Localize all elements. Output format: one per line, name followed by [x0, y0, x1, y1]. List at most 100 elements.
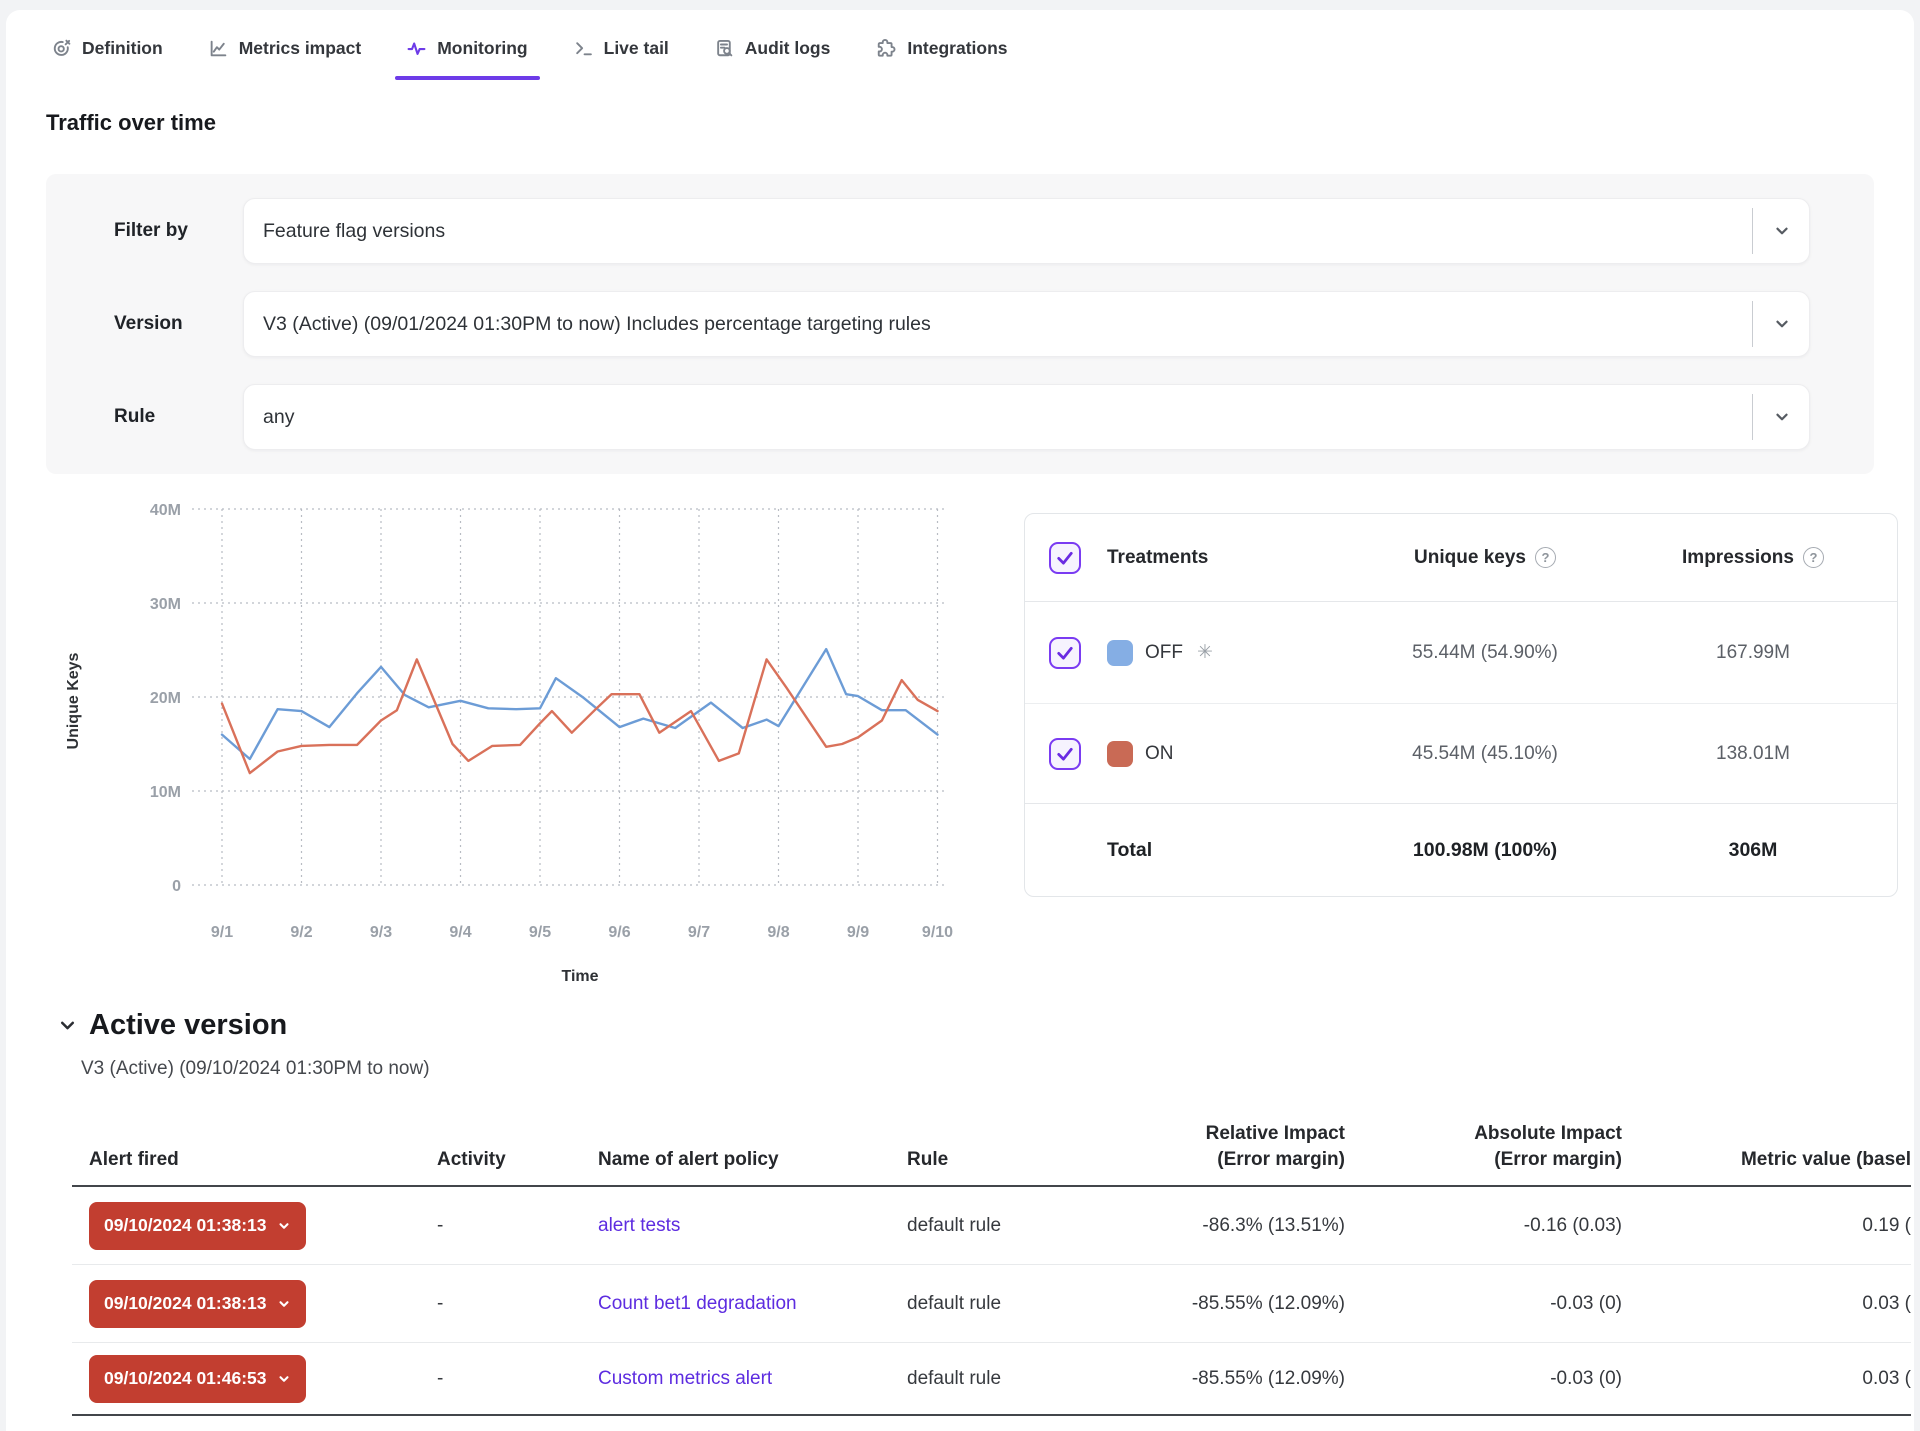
version-value: V3 (Active) (09/01/2024 01:30PM to now) …	[244, 292, 1809, 356]
alert-fired-button[interactable]: 09/10/2024 01:38:13	[89, 1280, 306, 1328]
activity-value: -	[437, 1368, 598, 1390]
tab-audit-logs[interactable]: Audit logs	[715, 10, 831, 86]
alert-policy-link[interactable]: Custom metrics alert	[598, 1368, 772, 1389]
filter-row-rule: Rule any	[114, 384, 1810, 450]
line-chart-icon	[209, 39, 228, 58]
svg-text:10M: 10M	[150, 784, 181, 801]
svg-text:9/6: 9/6	[608, 924, 630, 941]
metric-value: 0.03 (	[1622, 1368, 1911, 1390]
filter-row-filter-by: Filter by Feature flag versions	[114, 198, 1810, 264]
default-treatment-icon: ✳	[1197, 641, 1213, 664]
select-divider	[1752, 208, 1753, 254]
filter-by-select[interactable]: Feature flag versions	[243, 198, 1810, 264]
total-unique-keys: 100.98M (100%)	[1337, 839, 1633, 862]
relative-impact-value: -86.3% (13.51%)	[1075, 1215, 1345, 1237]
svg-text:9/2: 9/2	[290, 924, 312, 941]
unique-keys-help-icon[interactable]: ?	[1535, 547, 1556, 568]
pulse-icon	[407, 39, 426, 58]
svg-text:Time: Time	[561, 968, 598, 985]
alert-row: 09/10/2024 01:46:53 - Custom metrics ale…	[72, 1343, 1911, 1416]
rule-select[interactable]: any	[243, 384, 1810, 450]
tab-definition[interactable]: Definition	[52, 10, 163, 86]
chevron-down-icon	[1773, 408, 1791, 426]
chevron-down-icon	[277, 1297, 291, 1311]
absolute-impact-value: -0.16 (0.03)	[1345, 1215, 1622, 1237]
version-select[interactable]: V3 (Active) (09/01/2024 01:30PM to now) …	[243, 291, 1810, 357]
absolute-impact-value: -0.03 (0)	[1345, 1293, 1622, 1315]
active-version-subtitle: V3 (Active) (09/10/2024 01:30PM to now)	[81, 1058, 1914, 1080]
svg-text:9/4: 9/4	[449, 924, 471, 941]
off-checkbox[interactable]	[1049, 637, 1081, 669]
treatment-row-off: OFF ✳ 55.44M (54.90%) 167.99M	[1025, 602, 1897, 704]
select-divider	[1752, 394, 1753, 440]
alert-policy-link[interactable]: Count bet1 degradation	[598, 1293, 797, 1314]
tab-metrics-impact[interactable]: Metrics impact	[209, 10, 362, 86]
goal-icon	[52, 39, 71, 58]
on-series-swatch	[1107, 741, 1133, 767]
on-checkbox[interactable]	[1049, 738, 1081, 770]
checkmark-icon	[1054, 547, 1076, 569]
document-search-icon	[715, 39, 734, 58]
tab-live-tail[interactable]: Live tail	[574, 10, 669, 86]
chevron-down-icon	[1773, 315, 1791, 333]
filter-row-version: Version V3 (Active) (09/01/2024 01:30PM …	[114, 291, 1810, 357]
col-metric-value: Metric value (basel	[1622, 1147, 1911, 1173]
filter-panel: Filter by Feature flag versions Version …	[46, 174, 1874, 474]
svg-text:20M: 20M	[150, 690, 181, 707]
alerts-table: Alert fired Activity Name of alert polic…	[72, 1095, 1911, 1416]
svg-text:9/9: 9/9	[847, 924, 869, 941]
impressions-header: Impressions ?	[1633, 547, 1873, 569]
filter-by-value: Feature flag versions	[244, 199, 1809, 263]
svg-text:0: 0	[172, 878, 181, 895]
alert-row: 09/10/2024 01:38:13 - alert tests defaul…	[72, 1187, 1911, 1265]
tab-label: Live tail	[604, 38, 669, 59]
off-series-swatch	[1107, 640, 1133, 666]
treatment-name: ON	[1145, 743, 1174, 765]
terminal-icon	[574, 39, 593, 58]
page-title: Traffic over time	[46, 110, 1914, 136]
unique-keys-header-label: Unique keys	[1414, 547, 1526, 569]
col-rule: Rule	[907, 1147, 1075, 1173]
active-version-heading: Active version	[58, 1009, 1914, 1042]
select-divider	[1752, 301, 1753, 347]
tab-integrations[interactable]: Integrations	[876, 10, 1007, 86]
active-tab-underline	[395, 76, 539, 80]
svg-text:30M: 30M	[150, 596, 181, 613]
svg-text:9/7: 9/7	[688, 924, 710, 941]
alerts-header-row: Alert fired Activity Name of alert polic…	[72, 1095, 1911, 1187]
tab-monitoring[interactable]: Monitoring	[407, 10, 527, 86]
traffic-chart: 010M20M30M40M9/19/29/39/49/59/69/79/89/9…	[6, 485, 1006, 995]
alert-row: 09/10/2024 01:38:13 - Count bet1 degrada…	[72, 1265, 1911, 1343]
treatments-panel: Treatments Unique keys ? Impressions ? O…	[1024, 513, 1898, 897]
treatment-row-on: ON 45.54M (45.10%) 138.01M	[1025, 704, 1897, 803]
alert-fired-button[interactable]: 09/10/2024 01:38:13	[89, 1202, 306, 1250]
col-absolute-impact: Absolute Impact (Error margin)	[1345, 1121, 1622, 1173]
version-label: Version	[114, 313, 243, 335]
total-label: Total	[1107, 839, 1337, 862]
off-impressions: 167.99M	[1633, 642, 1873, 664]
treatments-select-all-checkbox[interactable]	[1049, 542, 1081, 574]
chevron-down-icon	[1773, 222, 1791, 240]
alert-fired-timestamp: 09/10/2024 01:38:13	[104, 1215, 267, 1236]
col-policy: Name of alert policy	[598, 1147, 907, 1173]
chevron-down-icon	[277, 1372, 291, 1386]
relative-impact-value: -85.55% (12.09%)	[1075, 1368, 1345, 1390]
filter-by-label: Filter by	[114, 220, 243, 242]
alert-fired-timestamp: 09/10/2024 01:46:53	[104, 1368, 267, 1389]
rule-label: Rule	[114, 406, 243, 428]
alert-fired-button[interactable]: 09/10/2024 01:46:53	[89, 1355, 306, 1403]
rule-value: default rule	[907, 1368, 1075, 1390]
col-relative-impact: Relative Impact (Error margin)	[1075, 1121, 1345, 1173]
metric-value: 0.03 (	[1622, 1293, 1911, 1315]
treatments-header: Treatments	[1107, 547, 1337, 569]
tab-label: Definition	[82, 38, 163, 59]
metric-value: 0.19 (	[1622, 1215, 1911, 1237]
puzzle-icon	[876, 38, 896, 58]
impressions-help-icon[interactable]: ?	[1803, 547, 1824, 568]
alert-policy-link[interactable]: alert tests	[598, 1215, 680, 1236]
on-impressions: 138.01M	[1633, 743, 1873, 765]
collapse-chevron-icon[interactable]	[58, 1016, 77, 1035]
svg-text:Unique Keys: Unique Keys	[65, 652, 82, 749]
activity-value: -	[437, 1215, 598, 1237]
checkmark-icon	[1054, 743, 1076, 765]
